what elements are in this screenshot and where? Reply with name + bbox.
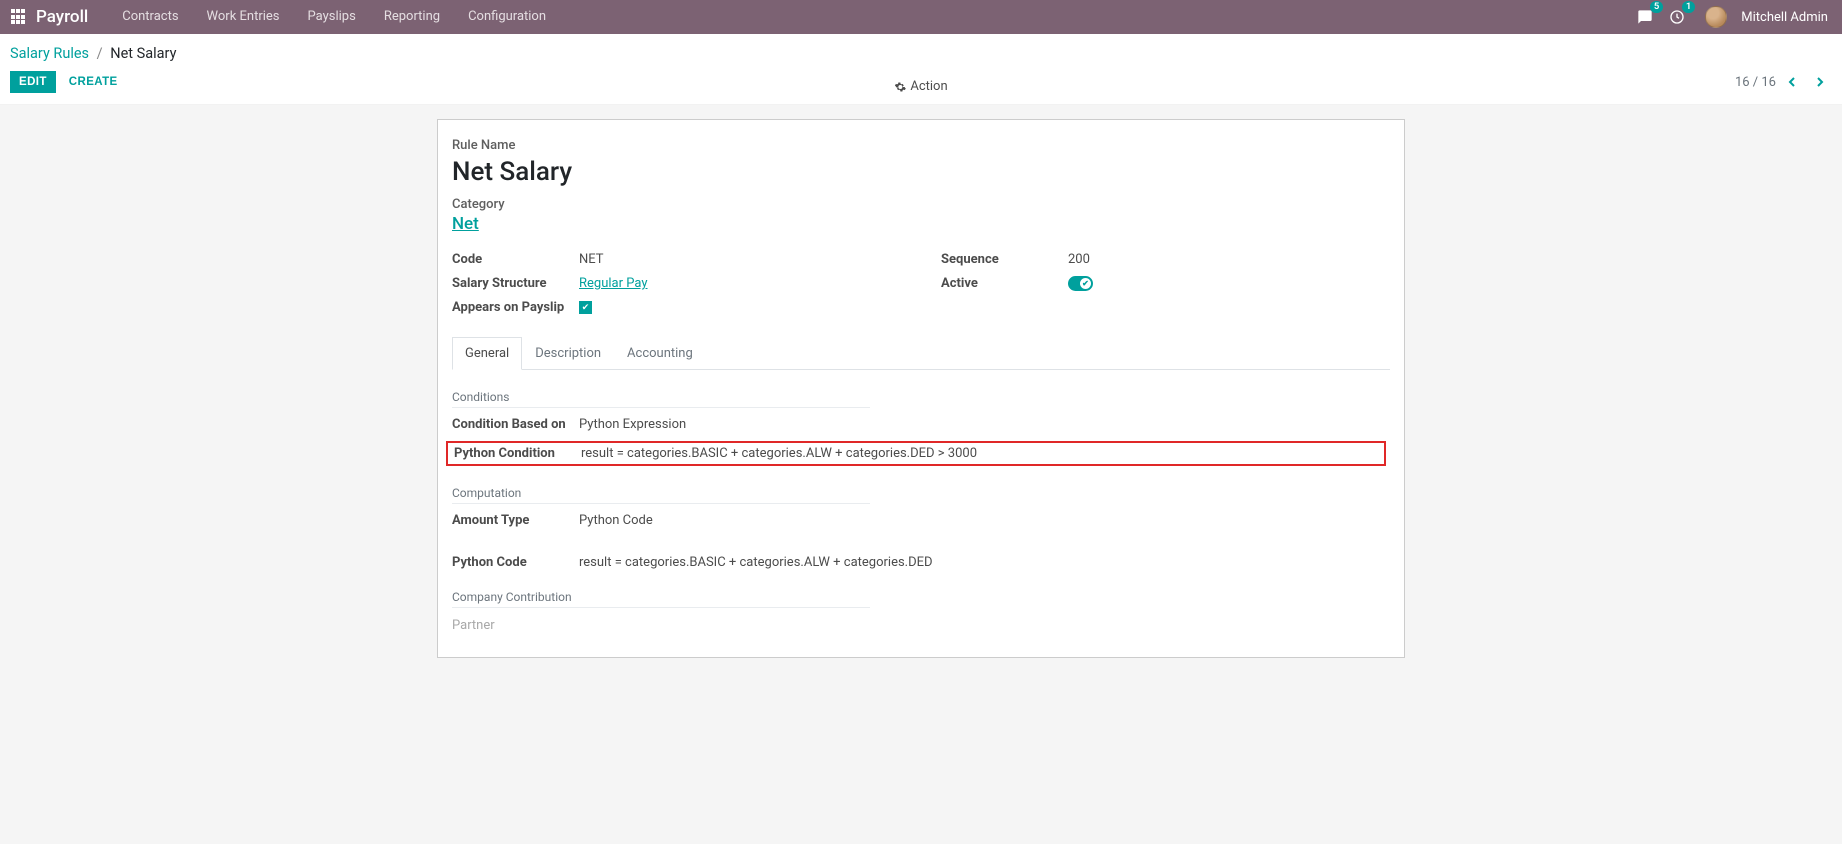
code-value: NET — [579, 252, 604, 267]
python-condition-highlight: Python Condition result = categories.BAS… — [446, 441, 1386, 466]
pycode-value: result = categories.BASIC + categories.A… — [579, 555, 933, 570]
pager: 16 / 16 — [1735, 70, 1832, 94]
messages-icon[interactable]: 5 — [1633, 5, 1657, 29]
menu-contracts[interactable]: Contracts — [108, 0, 192, 34]
conditions-heading: Conditions — [452, 390, 870, 408]
pycond-label: Python Condition — [454, 446, 581, 461]
tab-accounting[interactable]: Accounting — [614, 337, 706, 369]
avatar[interactable] — [1705, 6, 1727, 28]
cond-based-label: Condition Based on — [452, 417, 579, 432]
control-bar: Salary Rules / Net Salary EDIT CREATE 16… — [0, 34, 1842, 105]
apps-icon[interactable] — [11, 9, 27, 25]
category-value[interactable]: Net — [452, 214, 479, 234]
username[interactable]: Mitchell Admin — [1741, 10, 1828, 25]
breadcrumb-current: Net Salary — [110, 45, 176, 62]
rule-name-label: Rule Name — [452, 138, 1390, 153]
app-brand[interactable]: Payroll — [36, 7, 88, 27]
amount-type-value: Python Code — [579, 513, 653, 528]
tabs: General Description Accounting — [452, 337, 1390, 370]
main-menu: Contracts Work Entries Payslips Reportin… — [108, 0, 560, 34]
pycode-label: Python Code — [452, 555, 579, 570]
menu-reporting[interactable]: Reporting — [370, 0, 454, 34]
menu-configuration[interactable]: Configuration — [454, 0, 560, 34]
action-label: Action — [910, 79, 947, 94]
rule-name-value: Net Salary — [452, 157, 1390, 187]
pycond-value: result = categories.BASIC + categories.A… — [581, 446, 977, 461]
top-nav: Payroll Contracts Work Entries Payslips … — [0, 0, 1842, 34]
seq-label: Sequence — [941, 252, 1068, 267]
appears-checkbox: ✔ — [579, 301, 592, 314]
appears-label: Appears on Payslip — [452, 300, 579, 315]
messages-badge: 5 — [1650, 1, 1663, 13]
create-button[interactable]: CREATE — [60, 71, 127, 93]
company-contribution-heading: Company Contribution — [452, 590, 870, 608]
form-sheet: Rule Name Net Salary Category Net Code N… — [437, 119, 1405, 658]
right-column: Sequence 200 Active — [941, 252, 1390, 315]
edit-button[interactable]: EDIT — [10, 71, 56, 93]
breadcrumb-sep: / — [97, 45, 103, 62]
menu-payslips[interactable]: Payslips — [294, 0, 370, 34]
category-label: Category — [452, 197, 1390, 212]
struct-label: Salary Structure — [452, 276, 579, 291]
pager-prev[interactable] — [1780, 70, 1804, 94]
breadcrumb: Salary Rules / Net Salary — [10, 34, 1832, 66]
computation-heading: Computation — [452, 486, 870, 504]
amount-type-label: Amount Type — [452, 513, 579, 528]
tab-general[interactable]: General — [452, 337, 522, 370]
menu-work-entries[interactable]: Work Entries — [193, 0, 294, 34]
gear-icon — [894, 81, 906, 93]
struct-value[interactable]: Regular Pay — [579, 276, 648, 291]
left-column: Code NET Salary Structure Regular Pay Ap… — [452, 252, 901, 315]
pager-count: 16 / 16 — [1735, 75, 1776, 90]
breadcrumb-parent[interactable]: Salary Rules — [10, 45, 89, 62]
pager-next[interactable] — [1808, 70, 1832, 94]
active-toggle[interactable] — [1068, 276, 1093, 291]
action-dropdown[interactable]: Action — [894, 79, 947, 94]
partner-label: Partner — [452, 618, 1390, 633]
tab-description[interactable]: Description — [522, 337, 614, 369]
seq-value: 200 — [1068, 252, 1090, 267]
activities-badge: 1 — [1682, 1, 1695, 13]
cond-based-value: Python Expression — [579, 417, 686, 432]
activities-icon[interactable]: 1 — [1665, 5, 1689, 29]
code-label: Code — [452, 252, 579, 267]
active-label: Active — [941, 276, 1068, 291]
